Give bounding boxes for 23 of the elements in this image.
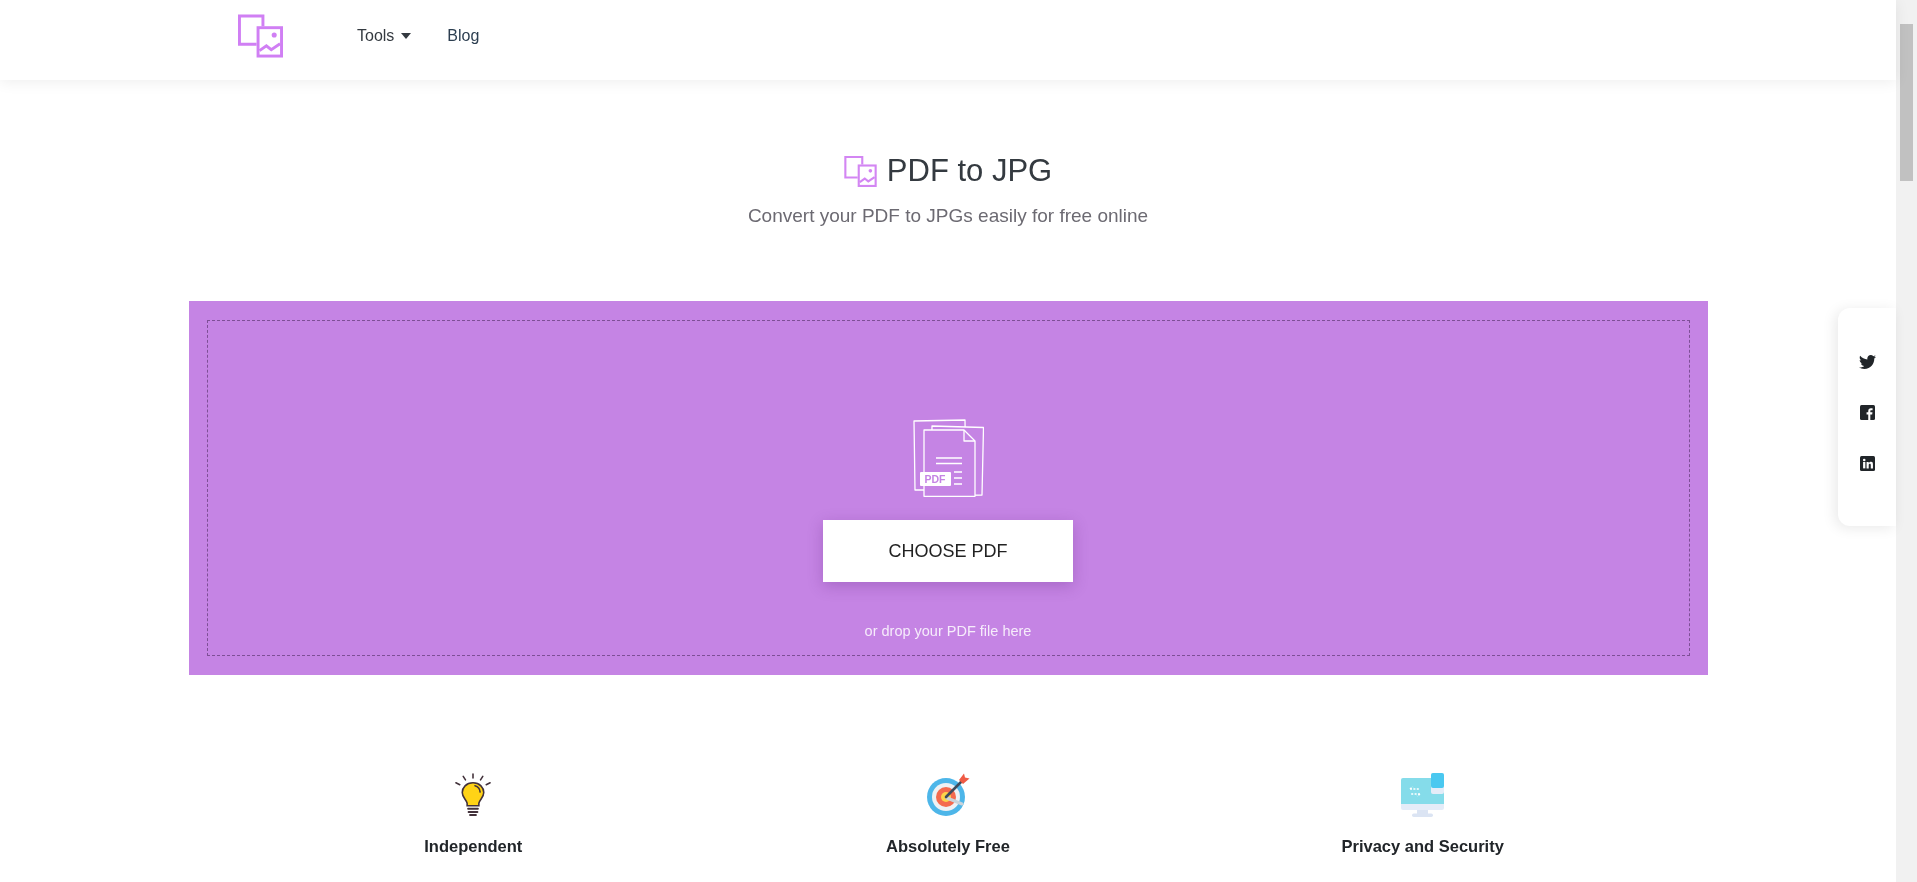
nav-dropdown[interactable]: Tools xyxy=(349,22,420,50)
target-icon xyxy=(926,773,970,817)
drop-zone[interactable]: PDF CHOOSE PDF or drop your PDF file here xyxy=(206,320,1690,656)
page-subtitle: Convert your PDF to JPGs easily for free online xyxy=(747,204,1149,228)
logo-icon[interactable] xyxy=(238,14,283,58)
nav-link[interactable]: Blog xyxy=(439,22,488,50)
page-title: PDF to JPG xyxy=(886,152,1053,190)
linkedin-icon[interactable] xyxy=(1859,456,1875,471)
scrollbar-track[interactable] xyxy=(1896,0,1917,882)
feature-title: Privacy and Security xyxy=(1341,836,1504,857)
monitor-icon xyxy=(1400,773,1445,817)
caret-icon xyxy=(401,33,412,39)
feature-title: Absolutely Free xyxy=(886,836,1010,857)
documents-icon xyxy=(912,419,984,497)
facebook-icon[interactable] xyxy=(1859,405,1875,420)
scrollbar-thumb[interactable] xyxy=(1900,24,1913,181)
logo-icon xyxy=(843,155,877,187)
pdf-label: PDF xyxy=(919,472,951,486)
feature-title: Independent xyxy=(424,836,523,857)
choose-file-button[interactable]: CHOOSE PDF xyxy=(823,520,1073,582)
lightbulb-icon xyxy=(453,773,494,817)
twitter-icon[interactable] xyxy=(1858,355,1876,369)
drop-hint: or drop your PDF file here xyxy=(864,622,1032,641)
